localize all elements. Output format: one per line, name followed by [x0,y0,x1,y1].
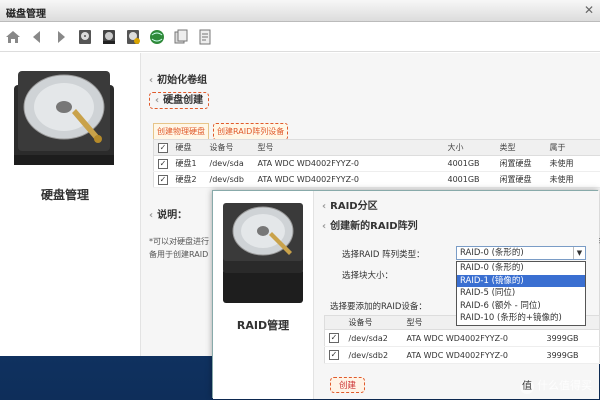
cell-size: 4001GB [443,155,496,172]
raid-dialog-title: RAID管理 [236,319,290,332]
raid-type-select[interactable]: RAID-0 (条形的) ▼ [456,246,586,260]
col-device: 设备号 [205,139,254,156]
network-globe-icon[interactable] [148,28,166,46]
row-checkbox-cell[interactable]: ✓ [153,155,172,172]
window-title: 磁盘管理 [6,9,46,20]
block-size-label: 选择块大小： [342,271,394,281]
disk-table: ✓ 硬盘 设备号 型号 大小 类型 属于 ✓ 硬盘1 /dev/sda ATA … [153,139,600,188]
raid-manager-dialog: RAID管理 ‹ RAID分区 ‹ 创建新的RAID阵列 选择RAID 阵列类型： … [212,190,600,399]
raid-disks-icon [223,203,303,303]
disk-raid-icon[interactable] [100,28,118,46]
crumb-raid-partition-label: RAID分区 [330,201,378,212]
close-icon[interactable]: ✕ [584,3,594,17]
chevron-left-icon: ‹ [149,210,154,221]
table-header: ✓ 硬盘 设备号 型号 大小 类型 属于 [153,139,600,156]
copy-icon[interactable] [172,28,190,46]
left-pane-title: 硬盘管理 [40,188,89,202]
breadcrumb-raid-partition[interactable]: ‹ RAID分区 [322,197,378,212]
cell-size: 4001GB [443,171,496,188]
cell-model: ATA WDC WD4002FYYZ-0 [402,329,543,347]
raid-type-dropdown: RAID-0 (条形的) RAID-1 (镜像的) RAID-5 (同位) RA… [456,261,586,326]
cell-size: 3999GB [542,329,600,347]
row-checkbox-cell[interactable]: ✓ [324,346,345,364]
crumb-init-label: 初始化卷组 [157,75,208,86]
add-devices-label: 选择要添加的RAID设备： [330,302,427,312]
crumb-disk-create-label: 硬盘创建 [163,95,204,106]
crumb-disk-create-box: ‹ 硬盘创建 [149,92,210,109]
select-all-checkbox[interactable]: ✓ [158,142,168,153]
crumb-raid-create-label: 创建新的RAID阵列 [330,221,418,232]
raid-option[interactable]: RAID-6 (额外 - 同位) [457,300,585,313]
report-icon[interactable] [196,28,214,46]
cell-type: 闲置硬盘 [495,171,546,188]
cell-device: /dev/sda [205,155,254,172]
col-device: 设备号 [344,315,403,330]
row-checkbox[interactable]: ✓ [329,333,339,343]
back-icon[interactable] [28,28,46,46]
cell-model: ATA WDC WD4002FYYZ-0 [402,346,543,364]
row-checkbox-cell[interactable]: ✓ [153,171,172,188]
chevron-left-icon: ‹ [155,95,160,106]
toolbar [0,22,600,52]
tab-create-physical-disk[interactable]: 创建物理硬盘 [153,123,209,140]
create-tabs: 创建物理硬盘 创建RAID阵列设备 [153,123,289,140]
col-owner: 属于 [545,139,600,156]
description-heading[interactable]: ‹ 说明： [149,206,187,221]
raid-dialog-content: ‹ RAID分区 ‹ 创建新的RAID阵列 选择RAID 阵列类型： RAID-0 … [313,191,600,399]
create-raid-button[interactable]: 创建 [330,377,366,393]
cell-device: /dev/sda2 [344,329,403,347]
breadcrumb-init[interactable]: ‹ 初始化卷组 [149,71,207,86]
hard-disk-icon [14,71,114,165]
desc-heading-label: 说明： [157,210,188,221]
row-checkbox-cell[interactable]: ✓ [324,329,345,347]
home-icon[interactable] [4,28,22,46]
checkbox-col-header [324,315,345,330]
breadcrumb-disk-create[interactable]: ‹ 硬盘创建 [149,91,210,109]
cell-model: ATA WDC WD4002FYYZ-0 [253,155,444,172]
tab-create-raid-device[interactable]: 创建RAID阵列设备 [213,123,289,140]
left-pane: 硬盘管理 [0,53,140,356]
breadcrumb-raid-create[interactable]: ‹ 创建新的RAID阵列 [322,217,418,232]
chevron-left-icon: ‹ [322,201,327,212]
table-row[interactable]: ✓ 硬盘2 /dev/sdb ATA WDC WD4002FYYZ-0 4001… [153,171,600,188]
raid-type-select-value: RAID-0 (条形的) [460,248,524,258]
raid-type-label: 选择RAID 阵列类型： [342,250,425,260]
cell-disk: 硬盘1 [171,155,206,172]
disk-icon[interactable] [76,28,94,46]
cell-owner: 未使用 [545,155,600,172]
row-checkbox[interactable]: ✓ [158,158,168,169]
cell-type: 闲置硬盘 [495,155,546,172]
raid-dialog-left-pane: RAID管理 [213,191,313,399]
cell-disk: 硬盘2 [171,171,206,188]
raid-option-highlighted[interactable]: RAID-1 (镜像的) [457,274,585,287]
select-all-cell[interactable]: ✓ [153,139,172,156]
disk-config-icon[interactable] [124,28,142,46]
col-type: 类型 [495,139,546,156]
chevron-down-icon[interactable]: ▼ [573,247,585,259]
cell-device: /dev/sdb [205,171,254,188]
watermark: 值什么值得买 [520,377,592,394]
row-checkbox[interactable]: ✓ [158,174,168,185]
title-bar: 磁盘管理 ✕ [0,0,600,22]
forward-icon[interactable] [52,28,70,46]
col-size: 大小 [443,139,496,156]
raid-option[interactable]: RAID-5 (同位) [457,287,585,300]
col-model: 型号 [253,139,444,156]
col-disk: 硬盘 [171,139,206,156]
chevron-left-icon: ‹ [322,221,327,232]
watermark-badge-icon: 值 [520,380,534,394]
cell-owner: 未使用 [545,171,600,188]
watermark-text: 什么值得买 [537,379,592,392]
cell-model: ATA WDC WD4002FYYZ-0 [253,171,444,188]
table-row[interactable]: ✓ /dev/sda2 ATA WDC WD4002FYYZ-0 3999GB [324,329,600,347]
table-row[interactable]: ✓ 硬盘1 /dev/sda ATA WDC WD4002FYYZ-0 4001… [153,155,600,172]
row-checkbox[interactable]: ✓ [329,350,339,360]
table-row[interactable]: ✓ /dev/sdb2 ATA WDC WD4002FYYZ-0 3999GB [324,346,600,364]
chevron-left-icon: ‹ [149,75,154,86]
raid-option[interactable]: RAID-10 (条形的+镜像的) [457,312,585,325]
cell-device: /dev/sdb2 [344,346,403,364]
cell-size: 3999GB [542,346,600,364]
raid-option[interactable]: RAID-0 (条形的) [457,262,585,275]
